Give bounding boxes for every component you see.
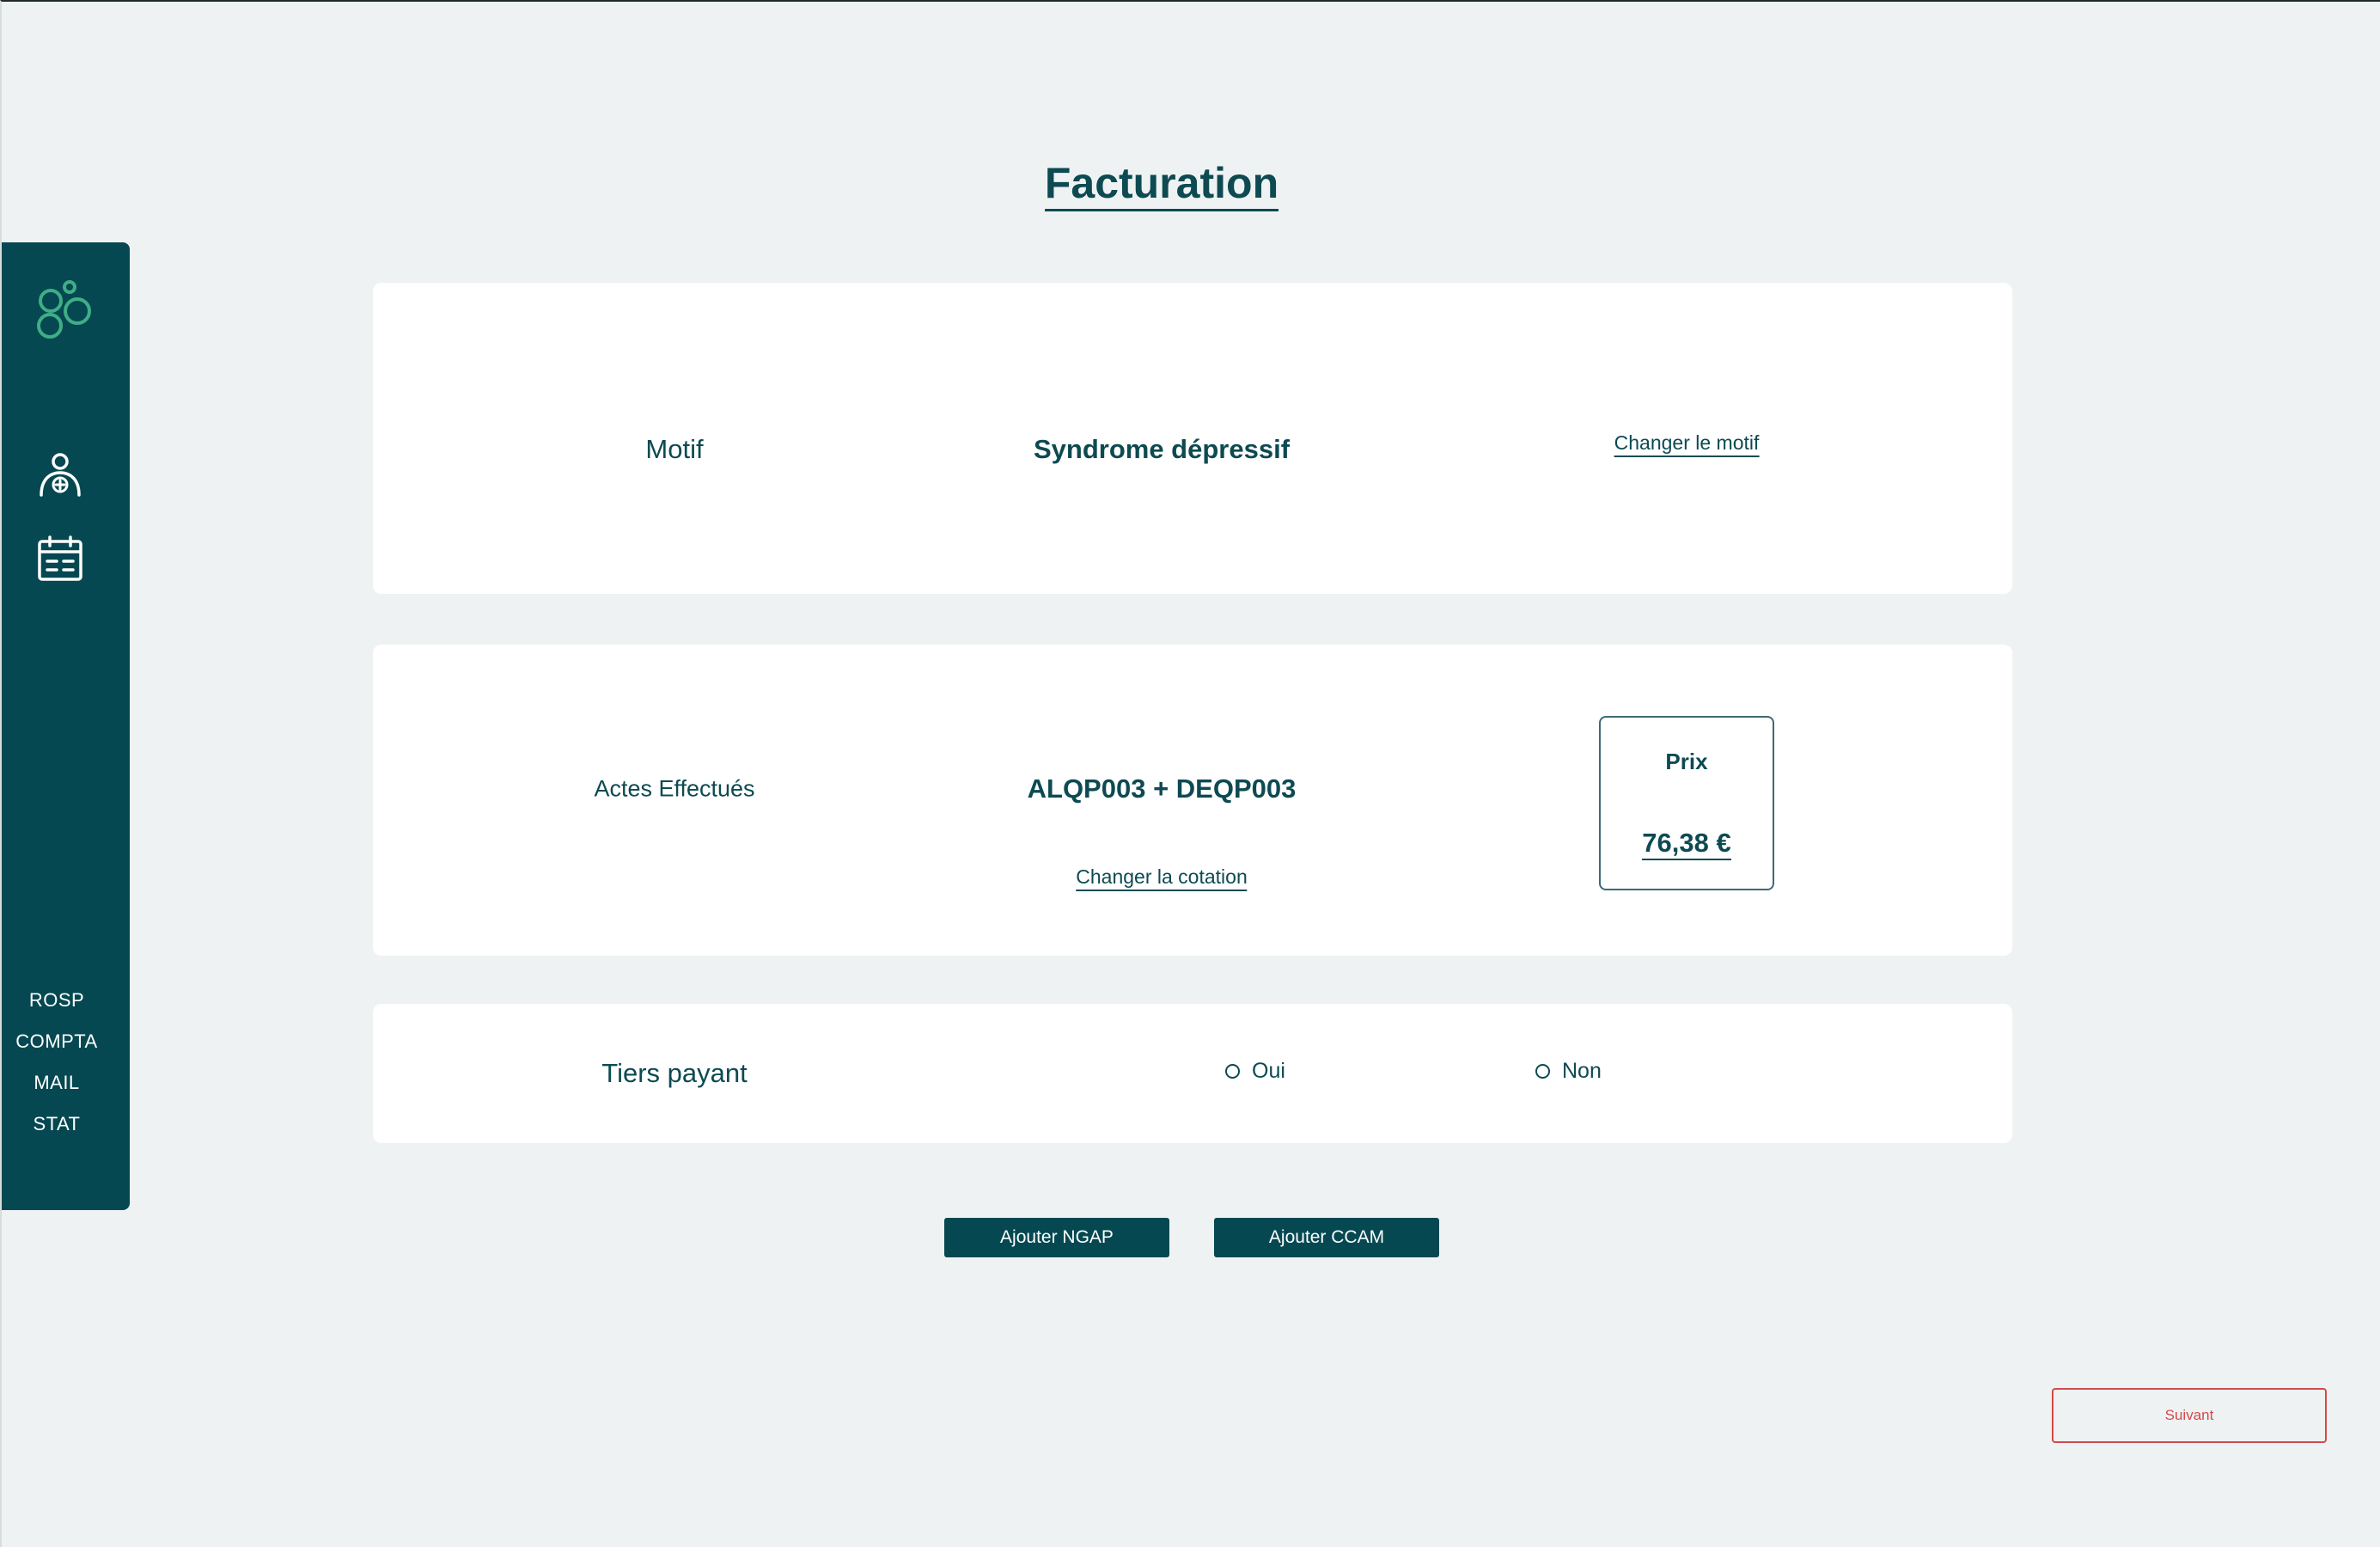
motif-card: Motif Syndrome dépressif Changer le moti… (373, 283, 2012, 594)
change-motif-link[interactable]: Changer le motif (1614, 431, 1760, 457)
price-value-wrap: 76,38 € (1601, 828, 1773, 860)
motif-label: Motif (645, 434, 704, 464)
motif-value: Syndrome dépressif (1033, 434, 1291, 464)
sidebar: ROSP COMPTA MAIL STAT (2, 242, 130, 1210)
actes-value: ALQP003 + DEQP003 (1027, 774, 1297, 804)
add-ccam-button[interactable]: Ajouter CCAM (1214, 1218, 1439, 1257)
sidebar-links: ROSP COMPTA MAIL STAT (2, 980, 112, 1145)
radio-label-non: Non (1562, 1059, 1602, 1083)
sidebar-link-stat[interactable]: STAT (2, 1104, 112, 1145)
linked-circles-logo-icon (37, 280, 91, 339)
change-cotation-link[interactable]: Changer la cotation (1076, 865, 1248, 891)
tiers-payant-non-radio[interactable]: Non (1535, 1059, 1602, 1084)
actes-card: Actes Effectués ALQP003 + DEQP003 Change… (373, 645, 2012, 956)
actes-label: Actes Effectués (594, 775, 755, 802)
page-title-wrap: Facturation (2, 158, 2322, 211)
price-value: 76,38 € (1642, 828, 1731, 860)
page-title: Facturation (1044, 159, 1279, 211)
next-button[interactable]: Suivant (2052, 1388, 2327, 1443)
radio-label-oui: Oui (1252, 1059, 1285, 1083)
sidebar-link-compta[interactable]: COMPTA (2, 1021, 112, 1062)
app-page: ROSP COMPTA MAIL STAT Facturation Motif … (0, 0, 2380, 1547)
sidebar-link-rosp[interactable]: ROSP (2, 980, 112, 1021)
add-ngap-button[interactable]: Ajouter NGAP (944, 1218, 1169, 1257)
tiers-payant-label: Tiers payant (601, 1058, 748, 1088)
sidebar-link-mail[interactable]: MAIL (2, 1062, 112, 1104)
price-label: Prix (1665, 749, 1708, 774)
radio-circle-icon[interactable] (1535, 1064, 1550, 1079)
calendar-icon[interactable] (36, 535, 84, 583)
price-box: Prix 76,38 € (1599, 716, 1774, 890)
tiers-payant-oui-radio[interactable]: Oui (1225, 1059, 1285, 1084)
tiers-payant-card: Tiers payant Oui Non (373, 1004, 2012, 1143)
radio-circle-icon[interactable] (1225, 1064, 1240, 1079)
patient-add-icon[interactable] (36, 450, 84, 498)
